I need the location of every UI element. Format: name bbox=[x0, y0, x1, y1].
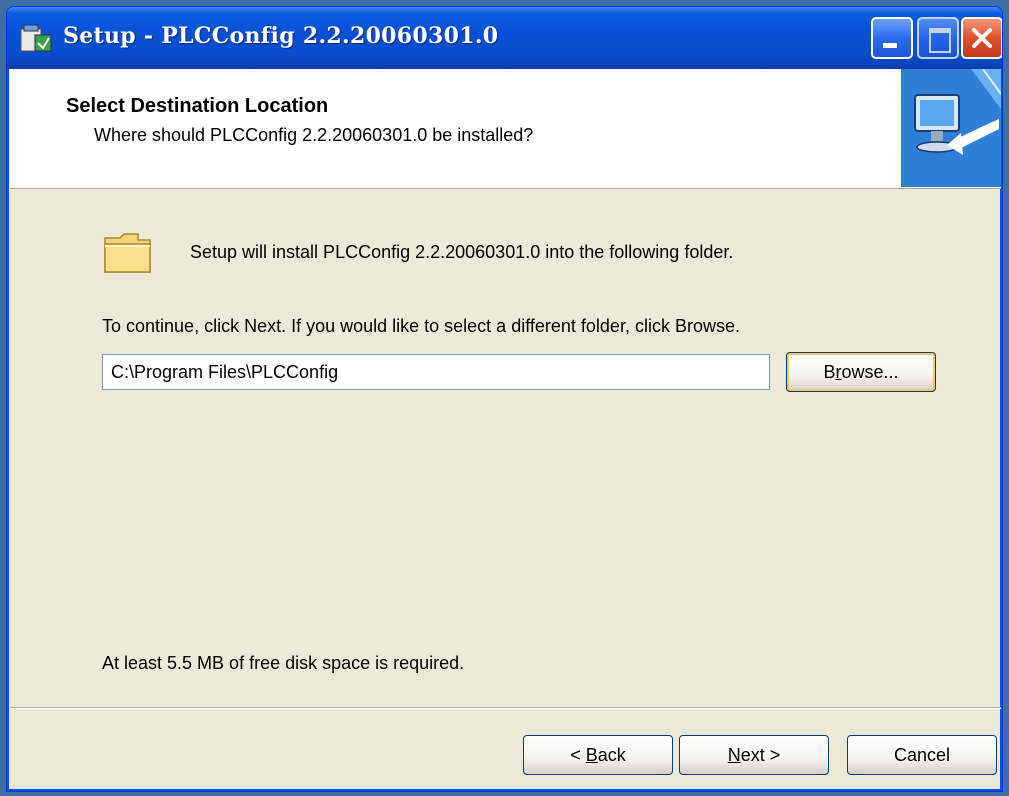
browse-label-end: owse... bbox=[841, 361, 899, 382]
back-label-end: ack bbox=[597, 744, 626, 765]
page-title: Select Destination Location bbox=[66, 95, 329, 117]
back-button[interactable]: < Back bbox=[523, 735, 673, 775]
browse-button[interactable]: Br owse... bbox=[786, 352, 936, 392]
page-subtitle: Where should PLCConfig 2.2.20060301.0 be… bbox=[94, 125, 534, 145]
footer-divider bbox=[10, 707, 1001, 709]
wizard-body: Setup will install PLCConfig 2.2.2006030… bbox=[10, 190, 1001, 690]
disk-space-message: At least 5.5 MB of free disk space is re… bbox=[102, 653, 465, 673]
close-button[interactable] bbox=[961, 17, 1002, 59]
next-label-mnemonic: N bbox=[727, 744, 741, 765]
maximize-button[interactable] bbox=[917, 17, 959, 59]
browse-label-start: B bbox=[823, 361, 836, 382]
back-label-prefix: < bbox=[570, 744, 586, 765]
install-message: Setup will install PLCConfig 2.2.2006030… bbox=[190, 242, 734, 262]
next-button[interactable]: Next > bbox=[679, 735, 829, 775]
setup-window: Setup - PLCConfig 2.2.20060301.0 Select … bbox=[6, 6, 1003, 792]
window-title: Setup - PLCConfig 2.2.20060301.0 bbox=[63, 23, 499, 49]
destination-path-input[interactable] bbox=[102, 354, 770, 390]
folder-icon bbox=[104, 233, 151, 273]
setup-app-icon bbox=[20, 24, 52, 52]
next-label-end: ext > bbox=[740, 744, 781, 765]
back-label-mnemonic: B bbox=[585, 744, 598, 765]
install-computer-icon bbox=[901, 69, 1001, 187]
title-bar[interactable]: Setup - PLCConfig 2.2.20060301.0 bbox=[7, 7, 1002, 69]
wizard-header: Select Destination Location Where should… bbox=[10, 69, 1001, 189]
cancel-button[interactable]: Cancel bbox=[847, 735, 997, 775]
minimize-button[interactable] bbox=[871, 17, 913, 59]
continue-instructions: To continue, click Next. If you would li… bbox=[102, 316, 740, 336]
close-icon bbox=[972, 28, 992, 48]
